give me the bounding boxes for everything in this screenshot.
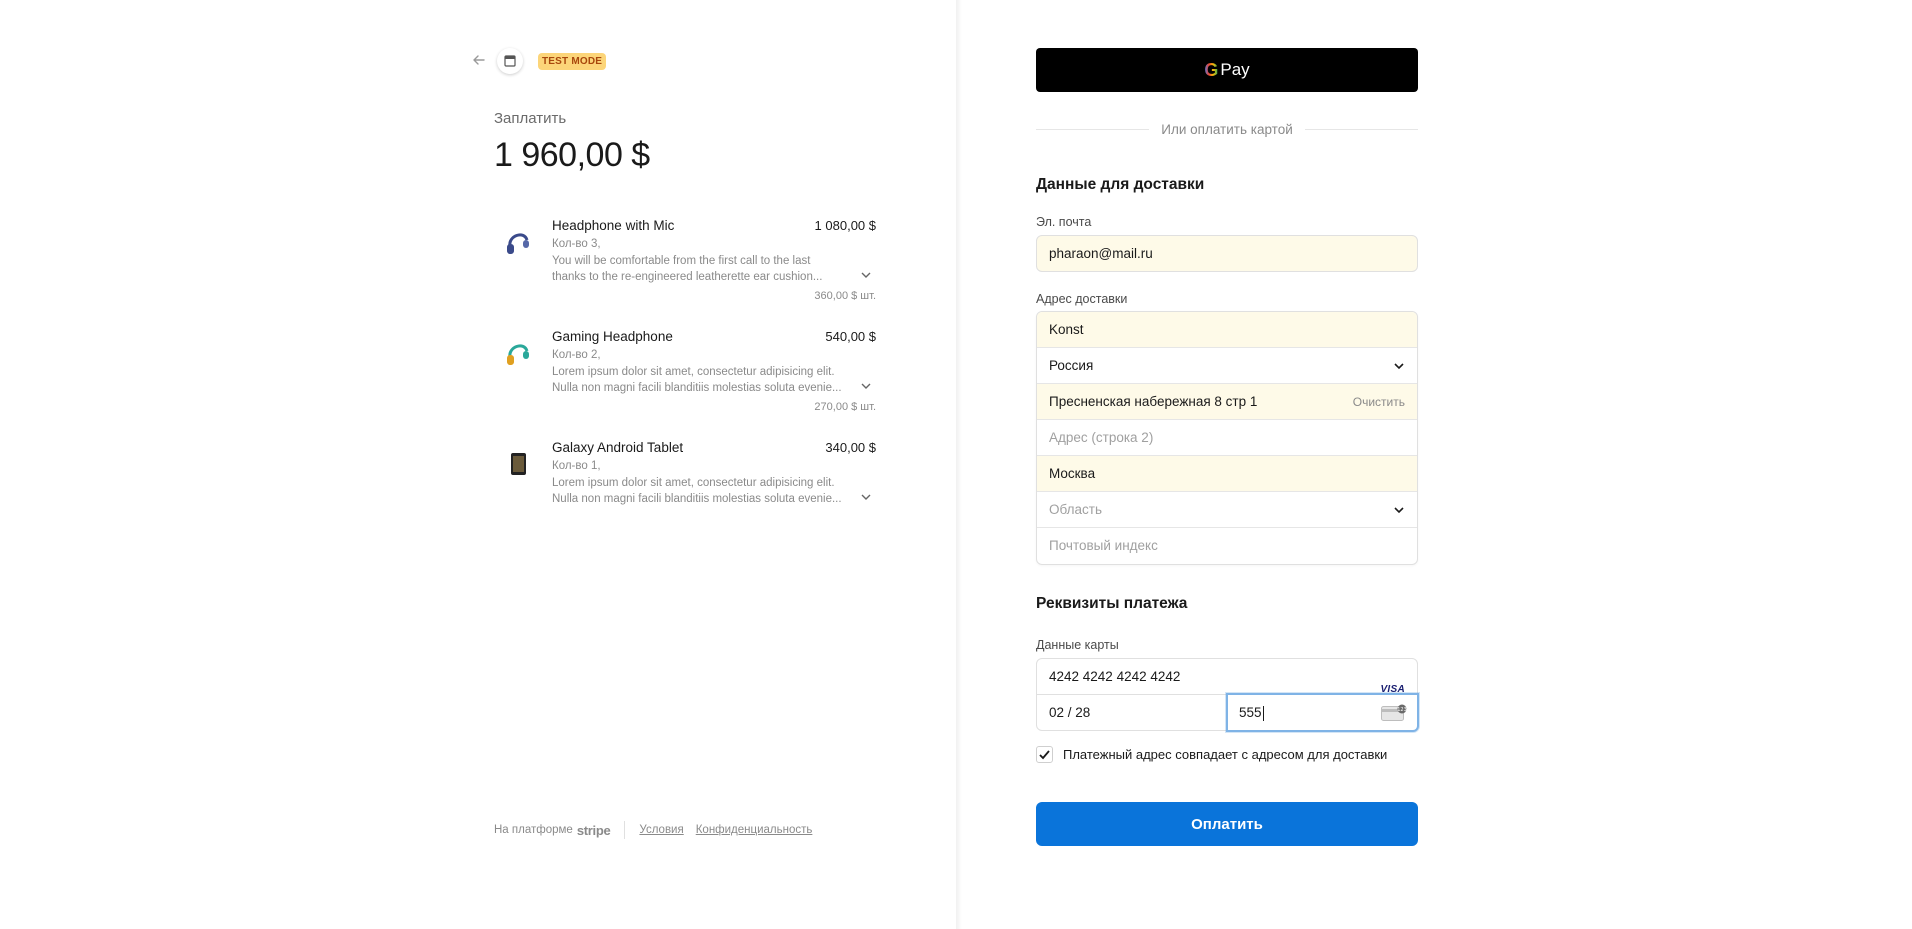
google-g-icon: G (1204, 59, 1219, 80)
card-cvc-field[interactable]: 555 123 (1226, 693, 1419, 732)
same-address-checkbox[interactable] (1036, 746, 1053, 763)
item-description-line: Lorem ipsum dolor sit amet, consectetur … (552, 366, 835, 378)
checkout-page: TEST MODE Заплатить 1 960,00 $ Headphone… (0, 0, 1912, 929)
clear-address-button[interactable]: Очистить (1353, 384, 1405, 420)
item-unit-price: 360,00 $ шт. (814, 290, 876, 302)
pay-label: Заплатить (494, 110, 567, 127)
item-description-line: Lorem ipsum dolor sit amet, consectetur … (552, 477, 835, 489)
item-description-line: thanks to the re-engineered leatherette … (552, 271, 823, 283)
name-field[interactable]: Konst (1037, 312, 1417, 348)
item-price: 340,00 $ (825, 440, 876, 455)
shipping-address-group: Konst Россия Пресненская набережная 8 ст… (1036, 311, 1418, 565)
headphone-icon (502, 226, 534, 258)
chevron-down-icon[interactable] (860, 379, 872, 391)
shipping-address-label: Адрес доставки (1036, 292, 1128, 306)
billing-section-title: Реквизиты платежа (1036, 595, 1188, 612)
card-number-field[interactable]: 4242 4242 4242 4242 VISA (1036, 658, 1418, 695)
divider-line (1304, 128, 1419, 130)
checkmark-icon (1039, 750, 1050, 760)
item-description-line: Nulla non magni facili blanditiis molest… (552, 493, 842, 505)
footer: На платформе stripe Условия Конфиденциал… (494, 821, 824, 839)
same-address-checkbox-row[interactable]: Платежный адрес совпадает с адресом для … (1036, 746, 1387, 763)
google-pay-button[interactable]: G Pay (1036, 48, 1418, 92)
item-description: You will be comfortable from the first c… (552, 253, 852, 285)
svg-text:123: 123 (1397, 707, 1407, 713)
chevron-down-icon (1394, 507, 1404, 514)
item-quantity: Кол-во 1, (552, 460, 601, 472)
powered-by-label: На платформе (494, 824, 573, 836)
chevron-down-icon[interactable] (860, 268, 872, 280)
item-name: Headphone with Mic (552, 218, 675, 233)
back-arrow-icon[interactable] (470, 53, 488, 71)
item-price: 1 080,00 $ (814, 218, 876, 233)
region-placeholder: Область (1049, 502, 1102, 517)
item-price: 540,00 $ (825, 329, 876, 344)
card-expiry-value: 02 / 28 (1049, 705, 1091, 720)
chevron-down-icon[interactable] (860, 490, 872, 502)
item-name: Galaxy Android Tablet (552, 440, 684, 455)
item-quantity: Кол-во 3, (552, 238, 601, 250)
email-field[interactable]: pharaon@mail.ru (1036, 235, 1418, 272)
address-line1-field[interactable]: Пресненская набережная 8 стр 1 Очистить (1037, 384, 1417, 420)
card-expiry-field[interactable]: 02 / 28 (1036, 694, 1228, 731)
address-line2-placeholder: Адрес (строка 2) (1049, 430, 1154, 445)
order-summary-panel: TEST MODE Заплатить 1 960,00 $ Headphone… (0, 0, 956, 929)
item-quantity: Кол-во 2, (552, 349, 601, 361)
name-value: Konst (1049, 322, 1084, 337)
item-description: Lorem ipsum dolor sit amet, consectetur … (552, 364, 852, 396)
country-select[interactable]: Россия (1037, 348, 1417, 384)
divider-line (1036, 128, 1150, 130)
shipping-section-title: Данные для доставки (1036, 176, 1205, 193)
terms-link[interactable]: Условия (639, 824, 683, 836)
item-description-line: Nulla non magni facili blanditiis molest… (552, 382, 842, 394)
card-cvc-value: 555 (1239, 705, 1262, 720)
item-unit-price: 270,00 $ шт. (814, 401, 876, 413)
merchant-store-icon (497, 48, 523, 74)
item-description: Lorem ipsum dolor sit amet, consectetur … (552, 475, 852, 507)
card-number-value: 4242 4242 4242 4242 (1049, 669, 1181, 684)
email-label: Эл. почта (1036, 215, 1092, 229)
postal-code-field[interactable]: Почтовый индекс (1037, 528, 1417, 564)
same-address-label: Платежный адрес совпадает с адресом для … (1063, 747, 1388, 762)
country-value: Россия (1049, 358, 1094, 373)
or-pay-by-card-label: Или оплатить картой (1161, 121, 1293, 137)
address-line1-value: Пресненская набережная 8 стр 1 (1049, 394, 1258, 409)
city-value: Москва (1049, 466, 1096, 481)
item-description-line: You will be comfortable from the first c… (552, 255, 811, 267)
text-caret (1262, 705, 1264, 721)
line-item: Gaming Headphone 540,00 $ Кол-во 2, Lore… (494, 329, 876, 419)
city-field[interactable]: Москва (1037, 456, 1417, 492)
region-select[interactable]: Область (1037, 492, 1417, 528)
cvc-card-icon: 123 (1381, 704, 1407, 721)
or-pay-by-card-divider: Или оплатить картой (1036, 120, 1419, 138)
tablet-icon (502, 448, 534, 480)
line-item: Headphone with Mic 1 080,00 $ Кол-во 3, … (494, 218, 876, 308)
card-input-group: 4242 4242 4242 4242 VISA 02 / 28 555 123 (1036, 658, 1419, 732)
privacy-link[interactable]: Конфиденциальность (696, 824, 813, 836)
chevron-down-icon (1394, 363, 1404, 370)
google-pay-label: Pay (1220, 60, 1250, 79)
postal-code-placeholder: Почтовый индекс (1049, 538, 1158, 553)
total-amount: 1 960,00 $ (494, 136, 650, 174)
gaming-headphone-icon (502, 337, 534, 369)
item-name: Gaming Headphone (552, 329, 673, 344)
stripe-logo[interactable]: stripe (577, 823, 611, 838)
line-item: Galaxy Android Tablet 340,00 $ Кол-во 1,… (494, 440, 876, 520)
footer-divider (624, 821, 626, 839)
address-line2-field[interactable]: Адрес (строка 2) (1037, 420, 1417, 456)
pay-button[interactable]: Оплатить (1036, 802, 1418, 846)
test-mode-badge: TEST MODE (538, 53, 607, 70)
card-details-label: Данные карты (1036, 638, 1119, 652)
